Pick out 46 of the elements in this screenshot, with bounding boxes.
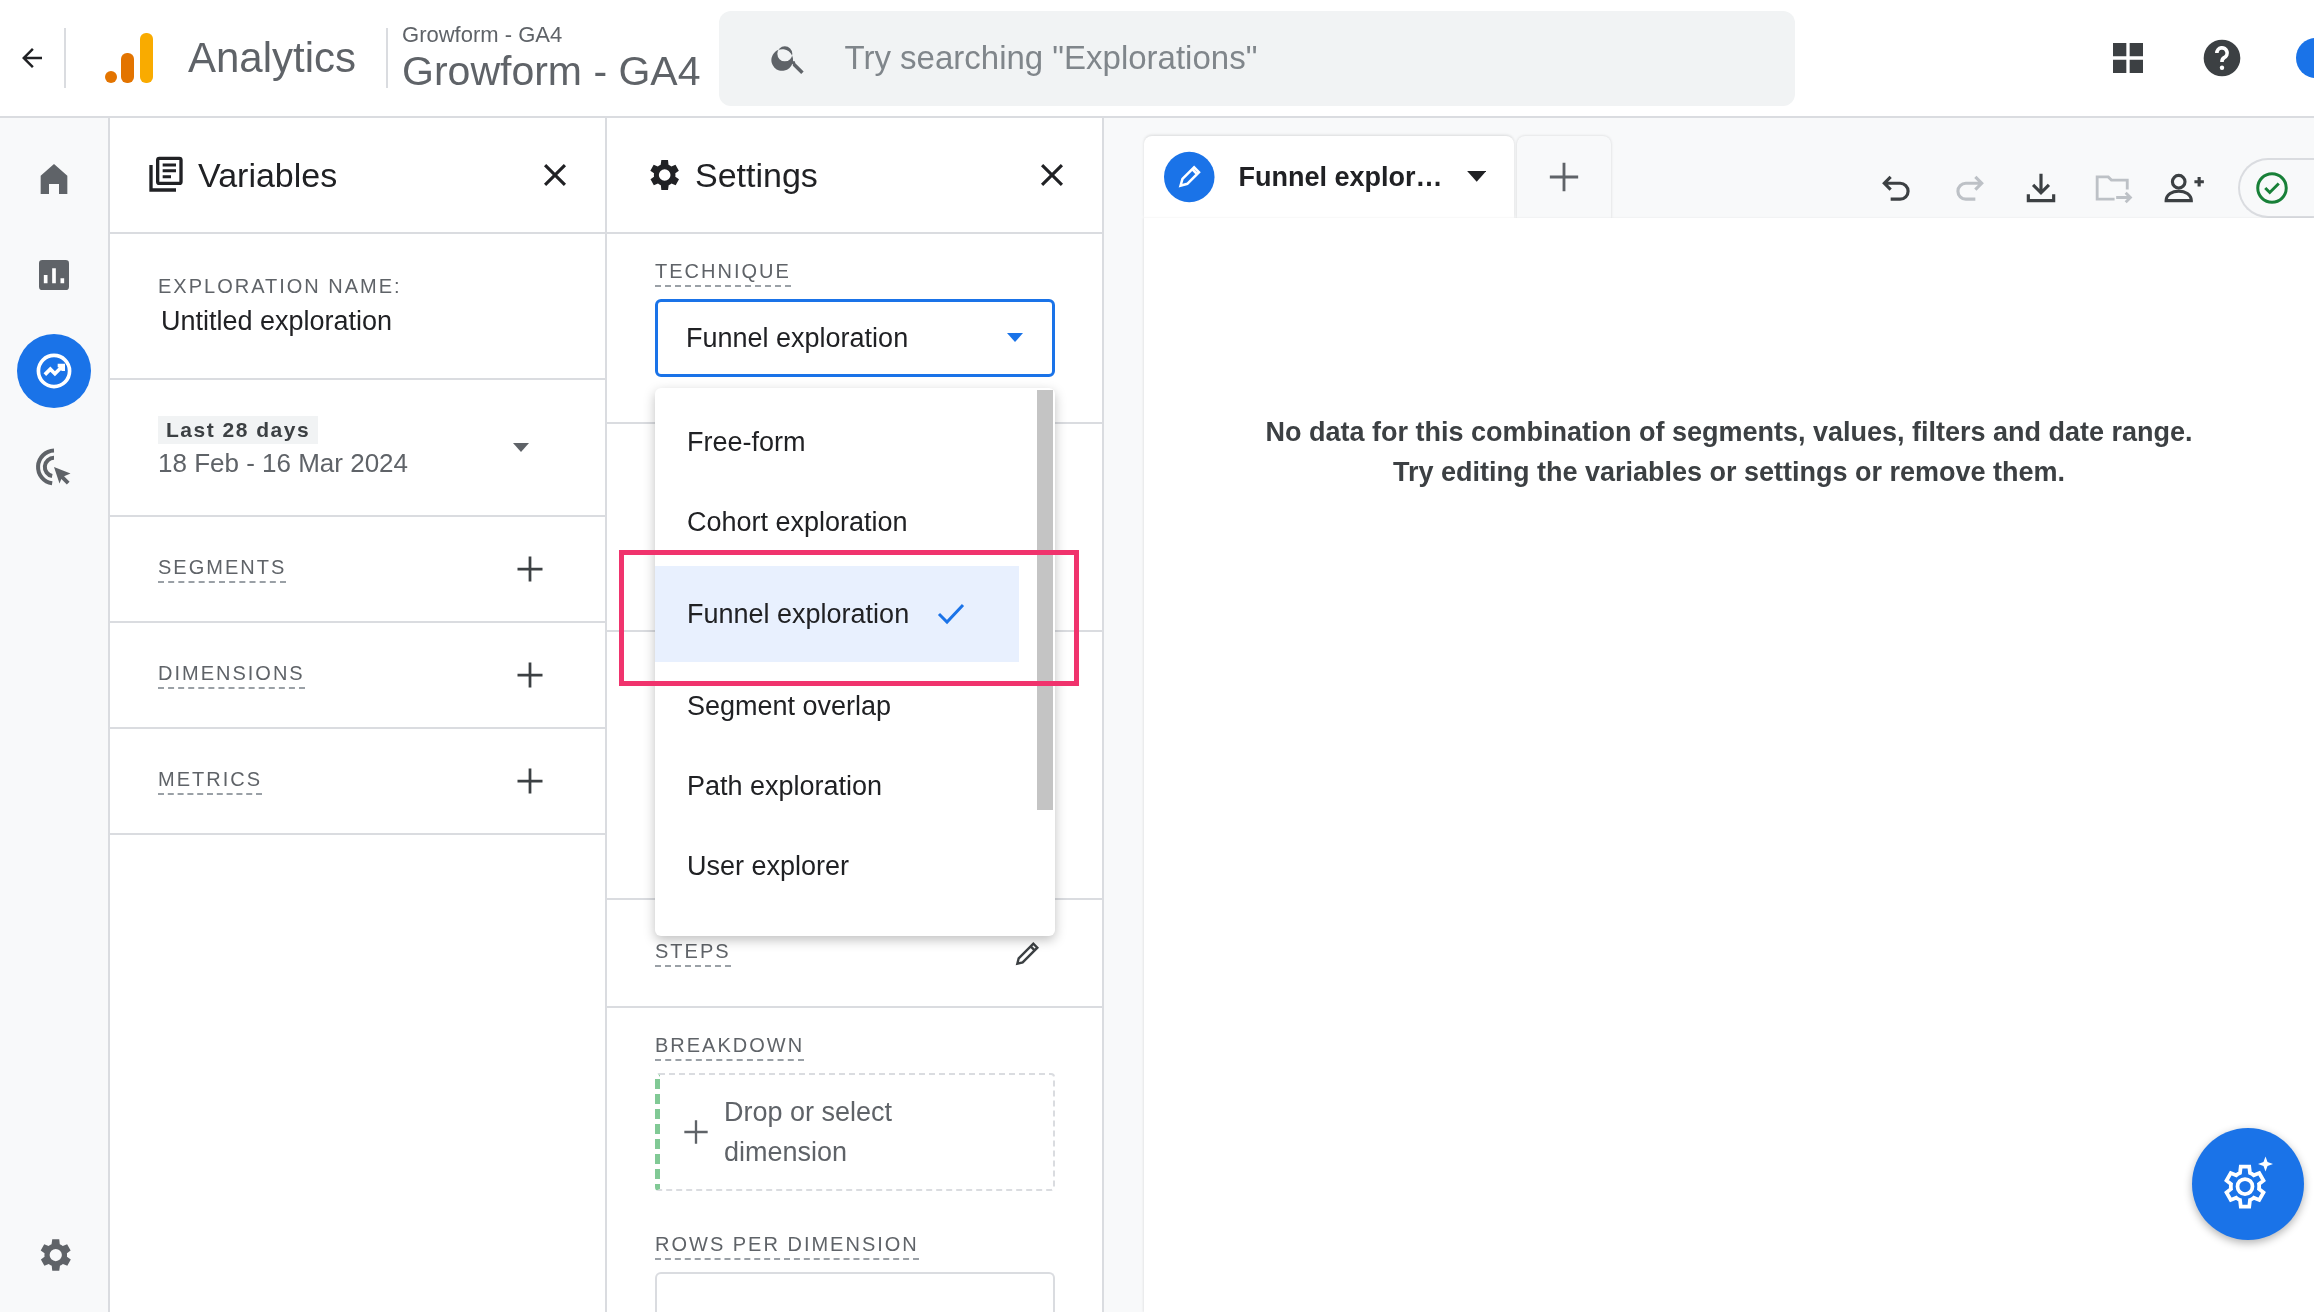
date-range-text: 18 Feb - 16 Mar 2024	[158, 448, 409, 479]
app-name: Analytics	[188, 34, 357, 82]
menu-option[interactable]: Path exploration	[655, 746, 1019, 826]
section-label: TECHNIQUE	[655, 260, 791, 287]
search-bar[interactable]: Try searching "Explorations"	[718, 10, 1795, 106]
tab[interactable]: Funnel explor…	[1144, 136, 1514, 218]
section-label: DIMENSIONS	[158, 661, 305, 689]
menu-option[interactable]: Funnel exploration	[655, 566, 1019, 662]
drop-zone[interactable]: Drop or select dimension	[655, 1073, 1055, 1191]
plus-icon	[515, 660, 545, 690]
section-label: STEPS	[655, 939, 731, 967]
technique-select[interactable]: Funnel exploration	[655, 299, 1055, 377]
section-label: SEGMENTS	[158, 555, 287, 583]
menu-option[interactable]: Segment overlap	[655, 666, 1019, 746]
checkmark-icon	[937, 603, 966, 625]
assistant-fab-button[interactable]	[2192, 1128, 2304, 1240]
menu-option[interactable]: Free-form	[655, 402, 1019, 482]
add-button[interactable]	[515, 660, 545, 690]
add-button[interactable]	[515, 554, 545, 584]
panel-title: Variables	[198, 155, 339, 195]
section-label: BREAKDOWN	[655, 1034, 805, 1061]
plus-icon	[682, 1118, 710, 1146]
panel-title: Settings	[695, 155, 819, 195]
dropdown-arrow-icon	[1006, 333, 1024, 343]
search-input[interactable]: Try searching "Explorations"	[842, 38, 1795, 78]
exploration-name-field[interactable]: Untitled exploration	[161, 306, 553, 337]
section-label: METRICS	[158, 767, 262, 795]
plus-icon	[515, 554, 545, 584]
date-preset-chip: Last 28 days	[158, 416, 319, 444]
section-label: ROWS PER DIMENSION	[655, 1233, 919, 1260]
empty-state-message: Try editing the variables or settings or remove them.	[1391, 458, 2067, 487]
menu-option[interactable]: Cohort exploration	[655, 482, 1019, 562]
pencil-icon	[1164, 151, 1215, 203]
property-selector[interactable]: Growform - GA4 Growform - GA4	[402, 21, 701, 95]
library-icon	[146, 155, 186, 195]
add-button[interactable]	[515, 766, 545, 796]
plus-icon	[1547, 160, 1581, 194]
date-range-selector[interactable]: Last 28 days 18 Feb - 16 Mar 2024	[158, 416, 409, 479]
plus-icon	[515, 766, 545, 796]
input-field[interactable]	[655, 1272, 1055, 1312]
dropdown-arrow-icon	[513, 442, 529, 453]
empty-state-message: No data for this combination of segments, values, filters and date range.	[1264, 418, 2194, 447]
field-label: EXPLORATION NAME:	[158, 275, 403, 298]
menu-option[interactable]: User explorer	[655, 826, 1019, 906]
checkmark-circle-icon	[2254, 170, 2290, 206]
dropdown-arrow-icon	[1466, 171, 1486, 183]
